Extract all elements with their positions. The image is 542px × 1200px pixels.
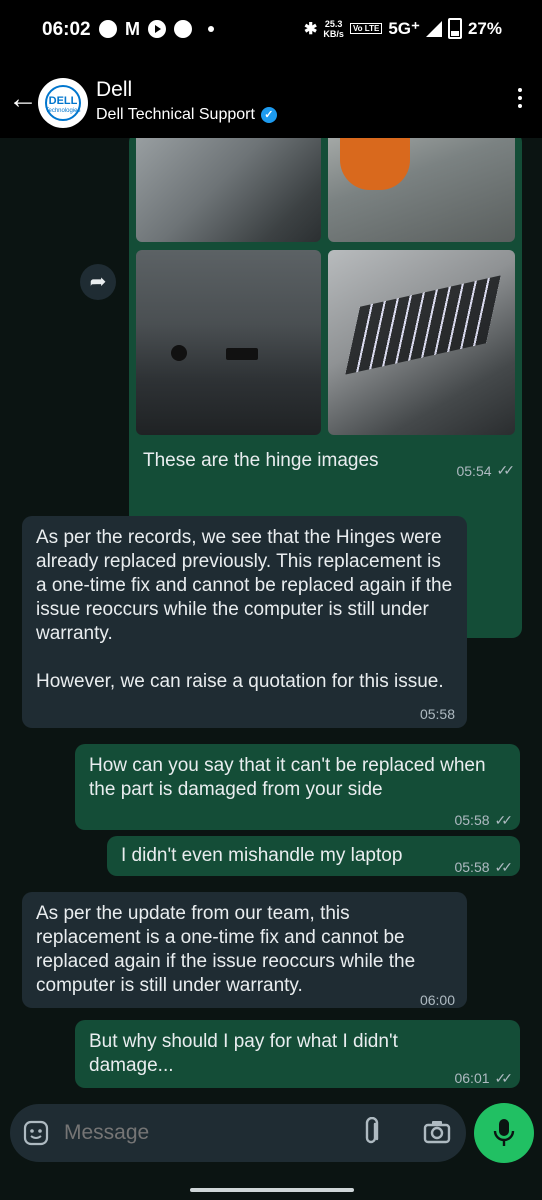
message-meta: 05:58 ✓✓ bbox=[454, 855, 514, 879]
audio-port bbox=[171, 345, 187, 361]
outgoing-message[interactable]: I didn't even mishandle my laptop 05:58 … bbox=[107, 836, 520, 876]
message-time: 05:58 bbox=[454, 812, 490, 828]
more-options-icon[interactable] bbox=[518, 88, 522, 112]
volte-badge: Vo LTE bbox=[349, 23, 383, 34]
composer bbox=[0, 1100, 542, 1200]
forward-icon[interactable]: ➦ bbox=[80, 264, 116, 300]
incoming-message[interactable]: As per the records, we see that the Hing… bbox=[22, 516, 467, 728]
app-notification-icon bbox=[174, 20, 192, 38]
message-input-pill[interactable] bbox=[10, 1104, 466, 1162]
message-meta: 05:58 bbox=[420, 702, 455, 726]
network-speed: 25.3 KB/s bbox=[323, 19, 344, 39]
network-type: 5G⁺ bbox=[388, 18, 420, 38]
bluetooth-icon: ✱ bbox=[304, 20, 318, 38]
verified-badge-icon: ✓ bbox=[260, 107, 277, 123]
message-time: 06:00 bbox=[419, 992, 455, 1008]
gmail-icon: M bbox=[125, 19, 140, 39]
battery-icon bbox=[447, 18, 462, 39]
message-time: 05:58 bbox=[419, 706, 455, 722]
logo-text: DELL bbox=[48, 95, 78, 107]
contact-subtitle-row[interactable]: Dell Technical Support ✓ bbox=[96, 106, 277, 124]
message-input[interactable] bbox=[62, 1115, 336, 1151]
orange-pot bbox=[340, 138, 410, 190]
mic-button[interactable] bbox=[474, 1103, 534, 1163]
keyboard bbox=[345, 275, 501, 375]
incoming-message[interactable]: As per the update from our team, this re… bbox=[22, 892, 467, 1008]
logo-subtext: Technologies bbox=[45, 108, 81, 114]
read-ticks-icon: ✓✓ bbox=[494, 859, 514, 875]
gesture-bar bbox=[190, 1188, 354, 1192]
sticker-icon[interactable] bbox=[22, 1119, 50, 1147]
contact-avatar[interactable]: DELL Technologies bbox=[38, 78, 88, 128]
message-meta: 05:54 ✓✓ bbox=[456, 462, 516, 479]
chat-notification-icon bbox=[99, 20, 117, 38]
outgoing-message[interactable]: But why should I pay for what I didn't d… bbox=[75, 1020, 520, 1088]
camera-icon[interactable] bbox=[422, 1118, 452, 1146]
message-time: 05:54 bbox=[456, 462, 492, 479]
hinge-photo-3[interactable] bbox=[136, 250, 321, 435]
message-meta: 06:01 ✓✓ bbox=[454, 1066, 514, 1090]
signal-icon bbox=[425, 20, 442, 37]
hinge-photo-2[interactable] bbox=[328, 138, 515, 242]
youtube-icon bbox=[148, 20, 166, 38]
message-meta: 06:00 bbox=[420, 988, 455, 1012]
notification-icons: M bbox=[99, 20, 214, 38]
back-arrow-icon[interactable]: ← bbox=[8, 84, 38, 114]
contact-name[interactable]: Dell bbox=[96, 78, 132, 102]
message-text: As per the update from our team, this re… bbox=[36, 903, 416, 996]
outgoing-message[interactable]: How can you say that it can't be replace… bbox=[75, 744, 520, 830]
message-time: 05:58 bbox=[454, 859, 490, 875]
status-bar: 06:02 M ✱ 25.3 KB/s Vo LTE 5G⁺ 27% bbox=[0, 0, 542, 62]
message-text: How can you say that it can't be replace… bbox=[89, 755, 486, 800]
read-ticks-icon: ✓✓ bbox=[496, 462, 516, 478]
message-meta: 05:58 ✓✓ bbox=[454, 808, 514, 832]
message-text: As per the records, we see that the Hing… bbox=[36, 527, 453, 692]
status-time: 06:02 bbox=[42, 19, 91, 40]
read-ticks-icon: ✓✓ bbox=[494, 812, 514, 828]
paperclip-icon[interactable] bbox=[360, 1117, 384, 1147]
system-icons: ✱ 25.3 KB/s Vo LTE 5G⁺ 27% bbox=[304, 18, 502, 39]
mic-icon bbox=[493, 1119, 515, 1146]
speed-unit: KB/s bbox=[323, 28, 344, 39]
chat-area[interactable]: These are the hinge images 05:54 ✓✓ ➦ As… bbox=[0, 138, 542, 1100]
contact-subtitle: Dell Technical Support bbox=[96, 106, 255, 123]
hinge-photo-4[interactable] bbox=[328, 250, 515, 435]
battery-percent: 27% bbox=[467, 18, 502, 38]
message-time: 06:01 bbox=[454, 1070, 490, 1086]
message-text: But why should I pay for what I didn't d… bbox=[89, 1031, 398, 1076]
speed-value: 25.3 bbox=[324, 18, 343, 29]
image-caption: These are the hinge images bbox=[143, 450, 379, 471]
read-ticks-icon: ✓✓ bbox=[494, 1070, 514, 1086]
hdmi-port bbox=[226, 348, 258, 360]
more-notifications-dot-icon bbox=[208, 26, 214, 32]
hinge-photo-1[interactable] bbox=[136, 138, 321, 242]
chat-header: ← DELL Technologies Dell Dell Technical … bbox=[0, 62, 542, 138]
